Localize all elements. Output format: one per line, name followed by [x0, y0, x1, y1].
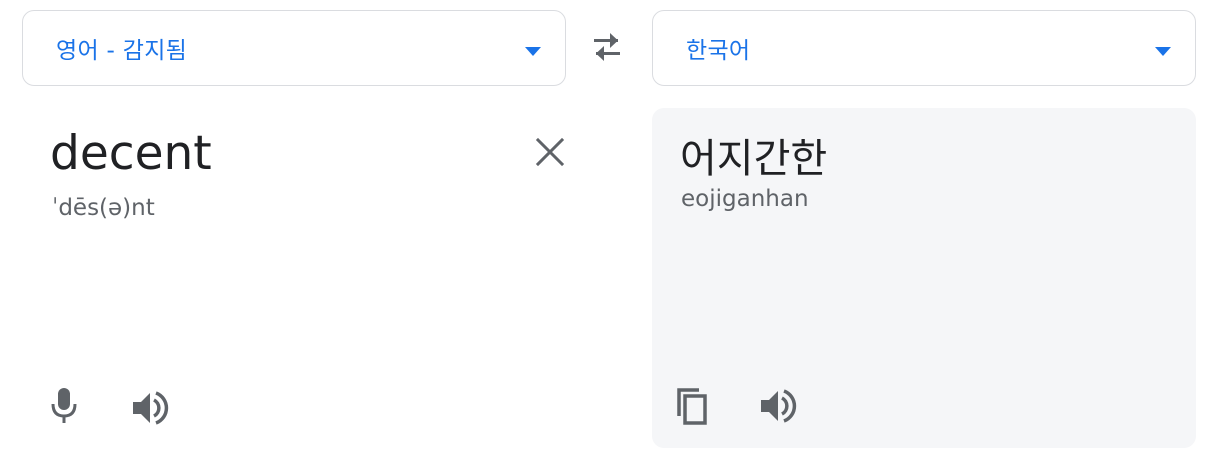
translation-romanization: eojiganhan: [681, 186, 809, 212]
source-text-input[interactable]: decent: [50, 126, 212, 181]
triangle-down-icon: [1155, 47, 1171, 56]
microphone-button[interactable]: [44, 386, 84, 426]
speaker-icon: [761, 389, 797, 423]
close-icon: [535, 137, 565, 167]
source-language-label: 영어 - 감지됨: [56, 38, 188, 64]
copy-icon: [677, 388, 707, 425]
translation-panel: 어지간한 eojiganhan: [652, 108, 1196, 448]
swap-languages-button[interactable]: [584, 26, 630, 68]
copy-translation-button[interactable]: [674, 386, 714, 426]
listen-source-button[interactable]: [130, 388, 170, 428]
microphone-icon: [51, 388, 77, 423]
speaker-icon: [133, 391, 169, 425]
triangle-down-icon: [525, 47, 541, 56]
translation-text: 어지간한: [680, 136, 828, 182]
target-language-select[interactable]: 한국어: [652, 10, 1196, 86]
target-language-label: 한국어: [686, 38, 751, 64]
clear-source-button[interactable]: [532, 134, 568, 170]
listen-translation-button[interactable]: [758, 386, 798, 426]
swap-arrows-icon: [594, 33, 620, 61]
source-language-select[interactable]: 영어 - 감지됨: [22, 10, 566, 86]
source-phonetic: ˈdēs(ə)nt: [52, 195, 155, 221]
